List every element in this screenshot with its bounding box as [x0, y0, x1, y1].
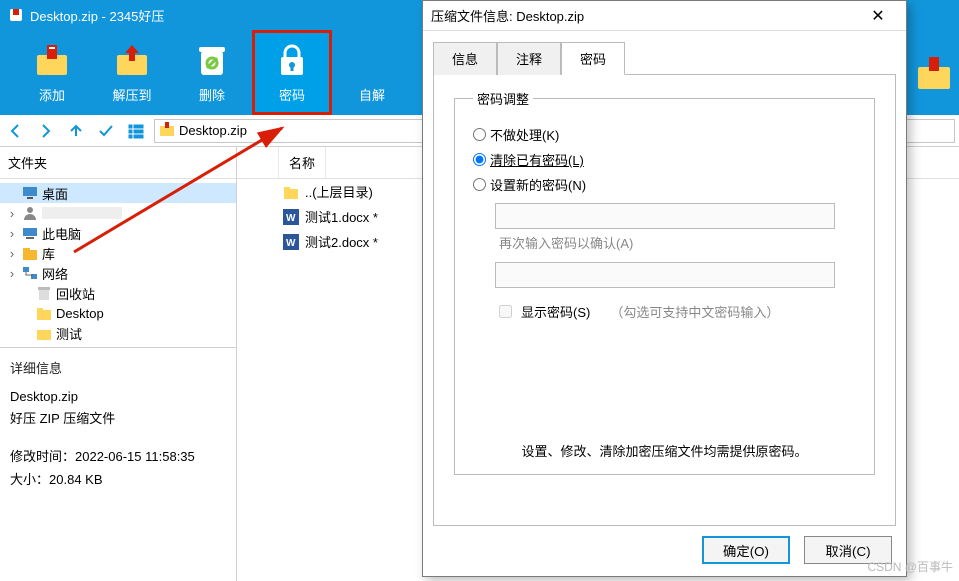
- self-icon: [353, 41, 391, 79]
- list-icon[interactable]: [124, 119, 148, 143]
- lib-icon: [22, 245, 38, 261]
- radio-keep-label: 不做处理(K): [490, 125, 559, 144]
- user-icon: [22, 205, 38, 221]
- radio-clear[interactable]: 清除已有密码(L): [473, 147, 856, 172]
- sidebar: 文件夹 桌面 › ›此电脑 ›库 ›网络 回收站 Desktop 测试 详细信息…: [0, 147, 237, 581]
- desktop-icon: [22, 185, 38, 201]
- tree-desktop[interactable]: 桌面: [0, 183, 236, 203]
- radio-keep[interactable]: 不做处理(K): [473, 122, 856, 147]
- tab-comment[interactable]: 注释: [497, 42, 561, 75]
- tree: 桌面 › ›此电脑 ›库 ›网络 回收站 Desktop 测试: [0, 179, 236, 347]
- details-panel: 详细信息 Desktop.zip 好压 ZIP 压缩文件 修改时间：2022-0…: [0, 347, 236, 581]
- delete-button[interactable]: 删除: [172, 30, 252, 115]
- confirm-hint: 再次输入密码以确认(A): [499, 233, 856, 252]
- tree-lib[interactable]: ›库: [0, 243, 236, 263]
- details-header: 详细信息: [10, 356, 226, 385]
- net-icon: [22, 265, 38, 281]
- show-password-checkbox[interactable]: [499, 305, 512, 318]
- detail-mtime: 修改时间：2022-06-15 11:58:35: [10, 446, 226, 465]
- tree-label: 网络: [42, 264, 68, 283]
- ok-button[interactable]: 确定(O): [702, 536, 790, 564]
- tree-pc[interactable]: ›此电脑: [0, 223, 236, 243]
- archive-icon: [159, 121, 175, 140]
- password-button[interactable]: 密码: [252, 30, 332, 115]
- svg-text:W: W: [286, 238, 296, 249]
- show-password-label: 显示密码(S): [521, 302, 590, 321]
- password-fieldset: 密码调整 不做处理(K) 清除已有密码(L) 设置新的密码(N) 再次输入密码以…: [454, 89, 875, 475]
- self-label: 自解: [359, 85, 385, 104]
- tab-password[interactable]: 密码: [561, 42, 625, 75]
- dialog-title: 压缩文件信息: Desktop.zip: [431, 6, 858, 25]
- trash-icon: [193, 41, 231, 79]
- word-icon: W: [283, 209, 299, 225]
- list-label: 测试2.docx *: [305, 232, 378, 251]
- list-label: 测试1.docx *: [305, 207, 378, 226]
- app-icon: [8, 7, 24, 23]
- extract-label: 解压到: [112, 85, 151, 104]
- up-icon[interactable]: [64, 119, 88, 143]
- radio-clear-label: 清除已有密码(L): [490, 150, 584, 169]
- tree-desktop-folder[interactable]: Desktop: [0, 303, 236, 323]
- footer-message: 设置、修改、清除加密压缩文件均需提供原密码。: [473, 441, 856, 460]
- tree-net[interactable]: ›网络: [0, 263, 236, 283]
- tab-strip: 信息 注释 密码: [433, 41, 896, 74]
- folder-icon: [36, 305, 52, 321]
- add-icon: [33, 41, 71, 79]
- radio-keep-input[interactable]: [473, 128, 486, 141]
- tree-label: [42, 207, 122, 219]
- pc-icon: [22, 225, 38, 241]
- extract-button[interactable]: 解压到: [92, 30, 172, 115]
- tree-label: 回收站: [56, 284, 95, 303]
- tree-label: 此电脑: [42, 224, 81, 243]
- forward-icon[interactable]: [34, 119, 58, 143]
- detail-file: Desktop.zip: [10, 389, 226, 404]
- properties-dialog: 压缩文件信息: Desktop.zip ✕ 信息 注释 密码 密码调整 不做处理…: [422, 0, 907, 577]
- radio-set[interactable]: 设置新的密码(N): [473, 172, 856, 197]
- add-button[interactable]: 添加: [12, 30, 92, 115]
- tree-label: Desktop: [56, 306, 104, 321]
- close-icon[interactable]: ✕: [858, 6, 898, 26]
- tab-body: 密码调整 不做处理(K) 清除已有密码(L) 设置新的密码(N) 再次输入密码以…: [433, 74, 896, 526]
- radio-set-label: 设置新的密码(N): [490, 175, 586, 194]
- lock-icon: [273, 41, 311, 79]
- radio-clear-input[interactable]: [473, 153, 486, 166]
- radio-set-input[interactable]: [473, 178, 486, 191]
- window-title: Desktop.zip - 2345好压: [30, 6, 164, 25]
- tab-info[interactable]: 信息: [433, 42, 497, 75]
- detail-type: 好压 ZIP 压缩文件: [10, 408, 226, 427]
- svg-text:W: W: [286, 213, 296, 224]
- tree-test-folder[interactable]: 测试: [0, 323, 236, 343]
- self-extract-button[interactable]: 自解: [332, 30, 412, 115]
- archive-name: Desktop.zip: [179, 123, 247, 138]
- folder-icon: [283, 184, 299, 200]
- list-label: ..(上层目录): [305, 182, 373, 201]
- delete-label: 删除: [199, 85, 225, 104]
- tree-label: 测试: [56, 324, 82, 343]
- detail-size: 大小：20.84 KB: [10, 469, 226, 488]
- extract-icon: [113, 41, 151, 79]
- toolbar-right-icon: [909, 30, 959, 115]
- tree-label: 库: [42, 244, 55, 263]
- tree-user[interactable]: ›: [0, 203, 236, 223]
- password-label: 密码: [279, 85, 305, 104]
- word-icon: W: [283, 234, 299, 250]
- watermark: CSDN @百事牛: [867, 558, 953, 575]
- password-confirm-input[interactable]: [495, 262, 835, 288]
- check-icon[interactable]: [94, 119, 118, 143]
- tree-label: 桌面: [42, 184, 68, 203]
- folder-icon: [36, 325, 52, 341]
- sidebar-header: 文件夹: [0, 147, 236, 179]
- fieldset-legend: 密码调整: [473, 89, 533, 108]
- col-name[interactable]: 名称: [279, 147, 326, 178]
- recycle-icon: [36, 285, 52, 301]
- password-input[interactable]: [495, 203, 835, 229]
- cn-hint: （勾选可支持中文密码输入）: [610, 302, 779, 321]
- tree-recycle[interactable]: 回收站: [0, 283, 236, 303]
- back-icon[interactable]: [4, 119, 28, 143]
- add-label: 添加: [39, 85, 65, 104]
- dialog-titlebar: 压缩文件信息: Desktop.zip ✕: [423, 1, 906, 31]
